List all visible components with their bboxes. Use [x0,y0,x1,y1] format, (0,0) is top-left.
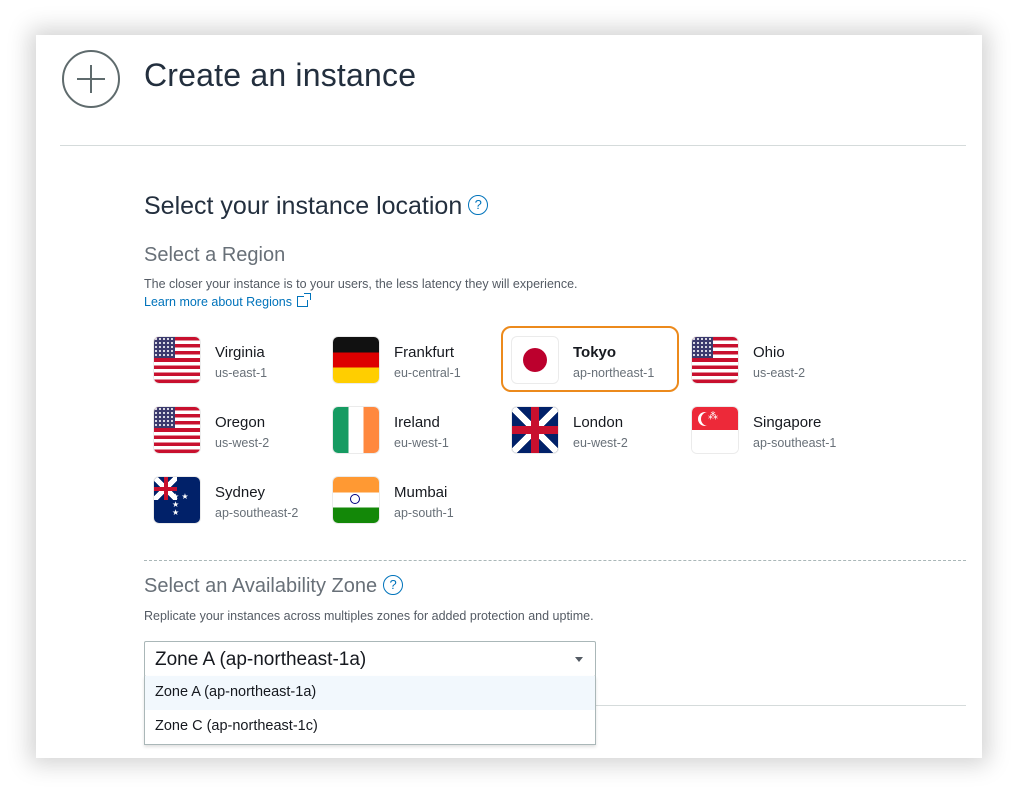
page-title: Create an instance [144,57,417,93]
japan-flag-icon [512,337,558,383]
section-divider [144,560,966,561]
region-ireland[interactable]: Ireland eu-west-1 [322,396,500,462]
region-name: Sydney [215,484,266,501]
region-code: eu-west-1 [394,436,449,450]
region-sydney[interactable]: Sydney ap-southeast-2 [143,466,321,532]
region-mumbai[interactable]: Mumbai ap-south-1 [322,466,500,532]
germany-flag-icon [333,337,379,383]
region-code: us-east-1 [215,366,268,380]
zone-option-c[interactable]: Zone C (ap-northeast-1c) [145,710,595,744]
region-name: Oregon [215,414,266,431]
region-tokyo[interactable]: Tokyo ap-northeast-1 [501,326,679,392]
external-link-icon [297,293,312,307]
select-value: Zone A (ap-northeast-1a) [155,649,367,670]
region-london[interactable]: London eu-west-2 [501,396,679,462]
region-code: ap-south-1 [394,506,454,520]
location-section-title: Select your instance location? [144,192,489,221]
zone-option-a[interactable]: Zone A (ap-northeast-1a) [145,676,595,710]
singapore-flag-icon [692,407,738,453]
region-name: Tokyo [573,344,617,361]
region-virginia[interactable]: Virginia us-east-1 [143,326,321,392]
zone-dropdown-menu: Zone A (ap-northeast-1a) Zone C (ap-nort… [144,676,596,745]
region-oregon[interactable]: Oregon us-west-2 [143,396,321,462]
region-frankfurt[interactable]: Frankfurt eu-central-1 [322,326,500,392]
availability-zone-select[interactable]: Zone A (ap-northeast-1a) [144,641,596,677]
region-code: eu-central-1 [394,366,461,380]
help-icon[interactable]: ? [468,195,489,216]
region-singapore[interactable]: Singapore ap-southeast-1 [681,396,859,462]
us-flag-icon [692,337,738,383]
uk-flag-icon [512,407,558,453]
region-code: ap-southeast-1 [753,436,837,450]
learn-more-label: Learn more about Regions [144,295,293,309]
region-code: us-east-2 [753,366,806,380]
create-instance-panel: Create an instance Select your instance … [36,35,982,758]
help-icon[interactable]: ? [383,574,404,595]
india-flag-icon [333,477,379,523]
region-title: Select a Region [144,244,286,266]
region-description: The closer your instance is to your user… [144,277,578,291]
region-name: Ohio [753,344,785,361]
bottom-divider [596,705,966,706]
australia-flag-icon [154,477,200,523]
header-divider [60,145,966,146]
learn-more-regions-link[interactable]: Learn more about Regions [144,293,312,309]
plus-circle-icon [62,50,120,108]
region-code: ap-northeast-1 [573,366,655,380]
us-flag-icon [154,337,200,383]
location-title-text: Select your instance location [144,192,463,220]
region-name: London [573,414,624,431]
caret-down-icon [575,657,583,662]
region-code: eu-west-2 [573,436,628,450]
region-code: us-west-2 [215,436,270,450]
zone-title: Select an Availability Zone? [144,574,404,598]
zone-title-text: Select an Availability Zone [144,575,378,597]
zone-description: Replicate your instances across multiple… [144,609,594,623]
region-name: Singapore [753,414,822,431]
region-code: ap-southeast-2 [215,506,299,520]
ireland-flag-icon [333,407,379,453]
region-name: Mumbai [394,484,448,501]
region-name: Frankfurt [394,344,455,361]
region-ohio[interactable]: Ohio us-east-2 [681,326,859,392]
us-flag-icon [154,407,200,453]
region-name: Ireland [394,414,440,431]
region-name: Virginia [215,344,265,361]
